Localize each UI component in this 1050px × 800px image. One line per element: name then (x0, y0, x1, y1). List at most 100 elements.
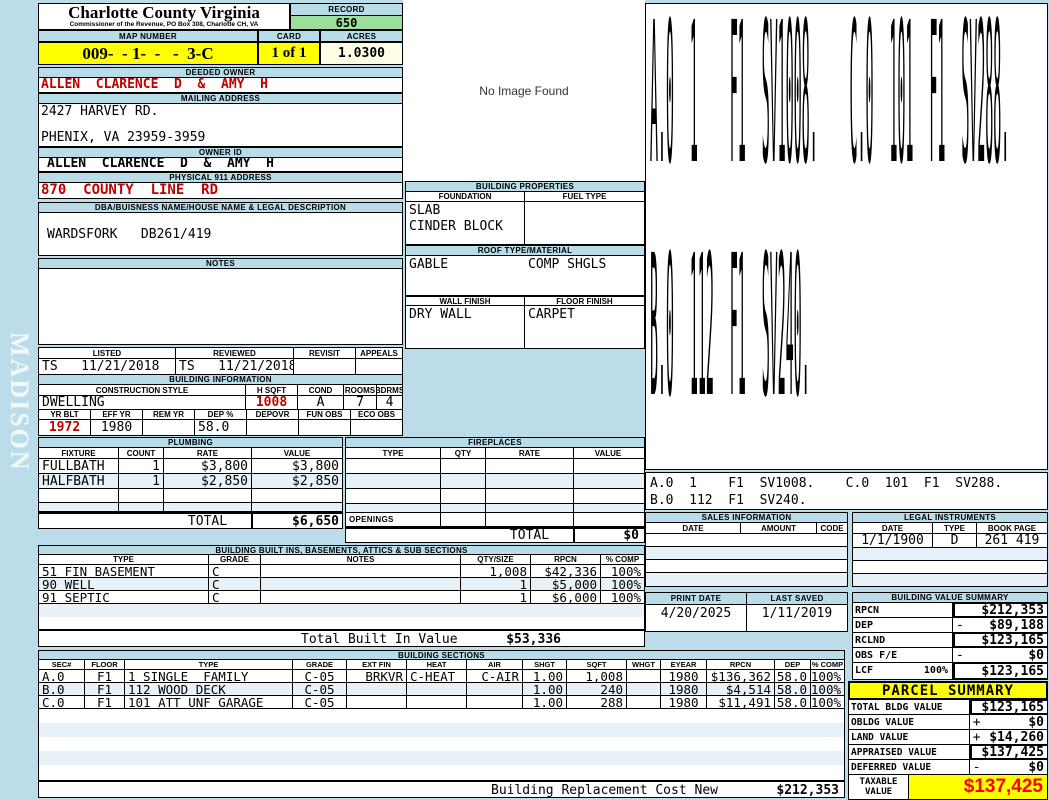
building-sections-empty-row (39, 709, 844, 723)
dba-legal-value[interactable]: WARDSFORK DB261/419 (38, 213, 403, 256)
wall-finish-value[interactable]: DRY WALL (406, 306, 525, 348)
map-number-value[interactable]: 009- - 1- - - 3-C (38, 42, 258, 65)
acres-header: ACRES (320, 30, 403, 42)
bi-qty: 1,008 (461, 565, 531, 577)
built-ins-row[interactable]: 91 SEPTIC C 1 $6,000 100% (39, 591, 644, 604)
taxable-label-line1: TAXABLE (859, 777, 898, 787)
plumbing-row[interactable]: FULLBATH 1 $3,800 $3,800 (39, 459, 342, 474)
revisit-value[interactable] (294, 359, 356, 374)
mailing-address-box[interactable]: 2427 HARVEY RD. PHENIX, VA 23959-3959 (38, 104, 403, 147)
bs-dep-header: DEP (775, 660, 811, 669)
notes-box[interactable] (38, 269, 403, 345)
plumbing-total-row: TOTAL $6,650 (39, 512, 342, 528)
print-date-value: 4/20/2025 (646, 605, 747, 631)
foundation-line1: SLAB (409, 203, 441, 218)
vs-dep-value: - $89,188 (953, 618, 1047, 632)
vs-lcf-text: LCF (855, 665, 874, 676)
bs-dep: 58.0 (775, 683, 811, 695)
bdrms-value[interactable]: 4 (377, 396, 402, 409)
vs-rpcn-value: $212,353 (953, 602, 1047, 618)
fp-value-header: VALUE (574, 448, 642, 458)
legal-bookpage: 261 419 (984, 534, 1040, 547)
bs-air (467, 696, 523, 708)
bi-comp: 100% (610, 565, 641, 577)
building-replacement-value: $212,353 (776, 783, 839, 798)
physical-911-value[interactable]: 870 COUNTY LINE RD (38, 183, 403, 199)
plumbing-section: PLUMBING FIXTURE COUNT RATE VALUE FULLBA… (38, 437, 343, 529)
built-ins-row[interactable]: 51 FIN BASEMENT C 1,008 $42,336 100% (39, 565, 644, 578)
vs-dep-op: - (956, 618, 964, 632)
card-value[interactable]: 1 of 1 (258, 42, 320, 65)
bi-notes-header: NOTES (261, 555, 461, 564)
fuel-type-value[interactable] (525, 202, 644, 244)
dba-legal-header: DBA/BUISNESS NAME/HOUSE NAME & LEGAL DES… (38, 202, 403, 213)
building-section-row[interactable]: A.0 F1 1 SINGLE FAMILY C-05 BRKVR C-HEAT… (39, 670, 844, 683)
building-sections-empty-row (39, 723, 844, 737)
appeals-header: APPEALS (356, 348, 402, 358)
bi-comp: 100% (610, 578, 641, 590)
bs-comp: 100% (811, 670, 841, 682)
acres-value[interactable]: 1.0300 (320, 42, 403, 65)
parcel-summary-header: PARCEL SUMMARY (848, 681, 1048, 700)
fireplaces-openings-row[interactable]: OPENINGS (346, 513, 644, 527)
ps-appraised-label: APPRAISED VALUE (849, 745, 970, 759)
vs-lcf-label: LCF 100% (853, 663, 953, 679)
fp-type-header: TYPE (346, 448, 441, 458)
county-title: Charlotte County Virginia (68, 3, 260, 22)
floor-finish-value[interactable]: CARPET (525, 306, 644, 348)
depovr-value[interactable] (247, 420, 299, 435)
sketch-panel[interactable]: A.0 1 F1 SV1008. C.0 101 F1 SV288. B.0 1… (645, 3, 1048, 470)
legal-type-header: TYPE (933, 523, 977, 533)
appeals-value[interactable] (356, 359, 402, 374)
remyr-value[interactable] (143, 420, 195, 435)
ps-row-obldg: OBLDG VALUE + $0 (849, 715, 1047, 730)
construction-style-header: CONSTRUCTION STYLE (39, 385, 246, 395)
funobs-value[interactable] (299, 420, 351, 435)
listed-value[interactable]: TS 11/21/2018 (39, 359, 176, 374)
foundation-value[interactable]: SLAB CINDER BLOCK (406, 202, 525, 244)
legal-empty-row (853, 574, 1047, 586)
bs-whgt-header: WHGT (627, 660, 661, 669)
bs-comp-header: % COMP (811, 660, 844, 669)
building-sections-empty-row (39, 751, 844, 765)
plumbing-total-value: $6,650 (252, 514, 342, 528)
bs-air-header: AIR (467, 660, 523, 669)
building-section-row[interactable]: B.0 F1 112 WOOD DECK C-05 1.00 240 1980 … (39, 683, 844, 696)
ecoobs-header: ECO OBS (351, 410, 402, 419)
hsqft-value[interactable]: 1008 (246, 396, 298, 409)
roof-type-value[interactable]: GABLE (406, 256, 451, 295)
property-image-panel: No Image Found (403, 0, 645, 181)
rooms-value[interactable]: 7 (344, 396, 377, 409)
yrblt-value[interactable]: 1972 (39, 420, 91, 435)
ecoobs-value[interactable] (351, 420, 402, 435)
ps-obldg-value: + $0 (970, 715, 1047, 729)
built-ins-total-value: $53,336 (506, 632, 561, 647)
roof-material-value[interactable]: COMP SHGLS (528, 257, 606, 272)
fireplaces-empty-row (346, 459, 644, 474)
built-ins-row[interactable]: 90 WELL C 1 $5,000 100% (39, 578, 644, 591)
plumbing-row[interactable]: HALFBATH 1 $2,850 $2,850 (39, 474, 342, 489)
record-header: RECORD (290, 3, 403, 16)
cond-value[interactable]: A (298, 396, 344, 409)
plumbing-value: $2,850 (292, 474, 339, 488)
building-sections-header: BUILDING SECTIONS (38, 650, 845, 660)
construction-style-value[interactable]: DWELLING (39, 396, 246, 409)
plumbing-rate: $3,800 (164, 459, 252, 473)
fireplaces-total-value: $0 (574, 529, 642, 542)
owner-id-value[interactable]: ALLEN CLARENCE D & AMY H (38, 157, 403, 172)
bs-sqft: 240 (567, 683, 627, 695)
ps-land-op: + (972, 730, 981, 744)
reviewed-value[interactable]: TS 11/21/2018 (176, 359, 294, 374)
legal-instrument-row[interactable]: 1/1/1900 D 261 419 (853, 534, 1047, 548)
building-value-summary-section: BUILDING VALUE SUMMARY RPCN $212,353 DEP… (852, 592, 1048, 680)
vs-rclnd-value: $123,165 (953, 632, 1047, 648)
plumbing-empty-row (39, 489, 342, 503)
sales-information-header: SALES INFORMATION (645, 512, 848, 523)
dep-value[interactable]: 58.0 (195, 420, 247, 435)
record-value[interactable]: 650 (290, 16, 403, 30)
building-section-row[interactable]: C.0 F1 101 ATT UNF GARAGE C-05 1.00 288 … (39, 696, 844, 709)
building-replacement-row: Building Replacement Cost New $212,353 (39, 780, 844, 798)
effyr-value[interactable]: 1980 (91, 420, 143, 435)
built-ins-section: BUILDING BUILT INS, BASEMENTS, ATTICS & … (38, 545, 645, 647)
deeded-owner-value[interactable]: ALLEN CLARENCE D & AMY H (38, 78, 403, 93)
